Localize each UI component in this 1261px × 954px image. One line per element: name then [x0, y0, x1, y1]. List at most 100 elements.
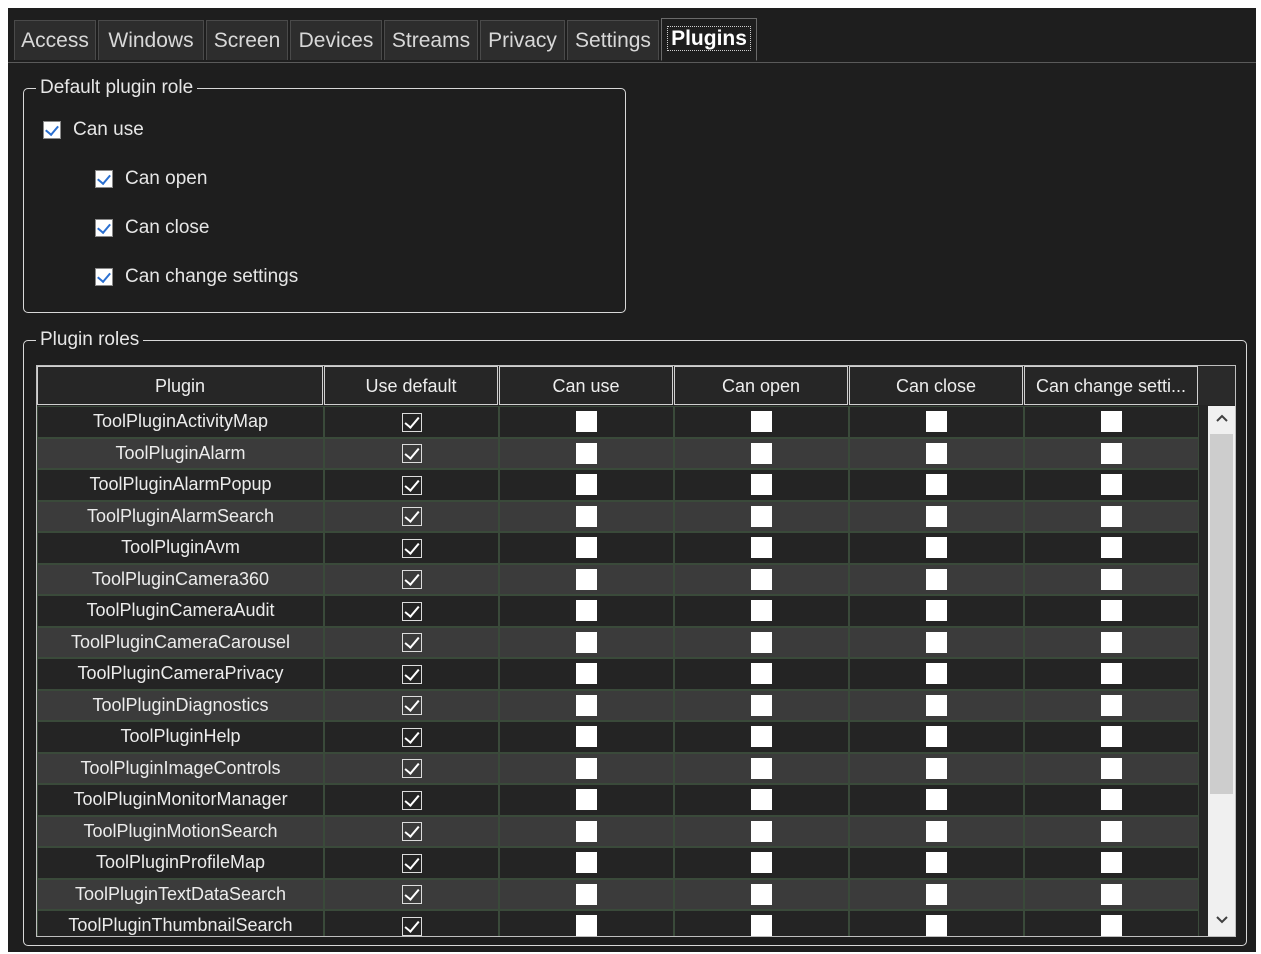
use-default-checkbox[interactable]: [401, 601, 422, 621]
can-open-checkbox[interactable]: [751, 789, 772, 811]
can-change-settings-checkbox[interactable]: [95, 268, 113, 286]
can-close-checkbox[interactable]: [926, 852, 947, 874]
can-open-checkbox[interactable]: [751, 474, 772, 496]
use-default-checkbox[interactable]: [401, 570, 422, 590]
can-use-checkbox[interactable]: [576, 820, 597, 842]
use-default-checkbox[interactable]: [401, 444, 422, 464]
can-close-checkbox[interactable]: [926, 726, 947, 748]
can-change-settings-checkbox[interactable]: [1101, 505, 1122, 527]
can-use-checkbox[interactable]: [576, 726, 597, 748]
tab-access[interactable]: Access: [14, 20, 96, 60]
can-use-checkbox[interactable]: [576, 411, 597, 433]
can-open-checkbox[interactable]: [751, 883, 772, 905]
can-close-checkbox[interactable]: [926, 694, 947, 716]
can-change-settings-checkbox[interactable]: [1101, 663, 1122, 685]
can-open-checkbox[interactable]: [751, 915, 772, 936]
can-change-settings-checkbox-row[interactable]: Can change settings: [95, 266, 298, 288]
can-change-settings-checkbox[interactable]: [1101, 537, 1122, 559]
can-open-checkbox[interactable]: [751, 631, 772, 653]
can-change-settings-checkbox[interactable]: [1101, 852, 1122, 874]
can-change-settings-checkbox[interactable]: [1101, 568, 1122, 590]
can-close-checkbox[interactable]: [926, 663, 947, 685]
can-open-checkbox[interactable]: [751, 505, 772, 527]
can-change-settings-checkbox[interactable]: [1101, 726, 1122, 748]
can-use-checkbox[interactable]: [576, 505, 597, 527]
can-open-checkbox[interactable]: [751, 757, 772, 779]
can-use-checkbox[interactable]: [576, 568, 597, 590]
use-default-checkbox[interactable]: [401, 727, 422, 747]
can-change-settings-checkbox[interactable]: [1101, 474, 1122, 496]
can-close-checkbox[interactable]: [926, 789, 947, 811]
can-change-settings-checkbox[interactable]: [1101, 631, 1122, 653]
can-change-settings-checkbox[interactable]: [1101, 600, 1122, 622]
use-default-checkbox[interactable]: [401, 885, 422, 905]
can-use-checkbox[interactable]: [576, 600, 597, 622]
can-use-checkbox[interactable]: [576, 631, 597, 653]
can-close-checkbox[interactable]: [926, 600, 947, 622]
can-close-checkbox-row[interactable]: Can close: [95, 217, 210, 239]
tab-streams[interactable]: Streams: [384, 20, 478, 60]
can-use-checkbox[interactable]: [576, 442, 597, 464]
can-close-checkbox[interactable]: [95, 219, 113, 237]
can-use-checkbox[interactable]: [576, 694, 597, 716]
can-change-settings-checkbox[interactable]: [1101, 442, 1122, 464]
tab-privacy[interactable]: Privacy: [480, 20, 565, 60]
tab-settings[interactable]: Settings: [567, 20, 659, 60]
can-change-settings-checkbox[interactable]: [1101, 757, 1122, 779]
can-use-checkbox[interactable]: [576, 915, 597, 936]
use-default-checkbox[interactable]: [401, 790, 422, 810]
can-open-checkbox-row[interactable]: Can open: [95, 168, 207, 190]
use-default-checkbox[interactable]: [401, 853, 422, 873]
can-close-checkbox[interactable]: [926, 474, 947, 496]
can-open-checkbox[interactable]: [751, 568, 772, 590]
can-use-checkbox[interactable]: [576, 663, 597, 685]
column-header-plugin[interactable]: Plugin: [37, 366, 323, 405]
can-open-checkbox[interactable]: [95, 170, 113, 188]
use-default-checkbox[interactable]: [401, 822, 422, 842]
can-close-checkbox[interactable]: [926, 757, 947, 779]
vertical-scrollbar[interactable]: [1208, 406, 1235, 936]
can-change-settings-checkbox[interactable]: [1101, 883, 1122, 905]
can-use-checkbox[interactable]: [576, 852, 597, 874]
can-use-checkbox[interactable]: [576, 789, 597, 811]
column-header-use-default[interactable]: Use default: [324, 366, 498, 405]
can-change-settings-checkbox[interactable]: [1101, 694, 1122, 716]
tab-devices[interactable]: Devices: [290, 20, 382, 60]
column-header-can-change-settings[interactable]: Can change setti...: [1024, 366, 1198, 405]
can-close-checkbox[interactable]: [926, 442, 947, 464]
tab-screen[interactable]: Screen: [206, 20, 288, 60]
can-change-settings-checkbox[interactable]: [1101, 820, 1122, 842]
tab-windows[interactable]: Windows: [98, 20, 204, 60]
can-use-checkbox[interactable]: [576, 883, 597, 905]
tab-plugins[interactable]: Plugins: [661, 18, 757, 61]
can-use-checkbox[interactable]: [576, 537, 597, 559]
can-close-checkbox[interactable]: [926, 505, 947, 527]
use-default-checkbox[interactable]: [401, 759, 422, 779]
can-use-checkbox-row[interactable]: Can use: [43, 119, 144, 141]
can-change-settings-checkbox[interactable]: [1101, 915, 1122, 936]
use-default-checkbox[interactable]: [401, 916, 422, 936]
can-open-checkbox[interactable]: [751, 442, 772, 464]
can-close-checkbox[interactable]: [926, 915, 947, 936]
use-default-checkbox[interactable]: [401, 412, 422, 432]
column-header-can-close[interactable]: Can close: [849, 366, 1023, 405]
can-open-checkbox[interactable]: [751, 411, 772, 433]
column-header-can-open[interactable]: Can open: [674, 366, 848, 405]
can-close-checkbox[interactable]: [926, 411, 947, 433]
can-use-checkbox[interactable]: [576, 757, 597, 779]
use-default-checkbox[interactable]: [401, 633, 422, 653]
can-open-checkbox[interactable]: [751, 852, 772, 874]
use-default-checkbox[interactable]: [401, 507, 422, 527]
can-open-checkbox[interactable]: [751, 663, 772, 685]
can-use-checkbox[interactable]: [576, 474, 597, 496]
can-open-checkbox[interactable]: [751, 726, 772, 748]
column-header-can-use[interactable]: Can use: [499, 366, 673, 405]
use-default-checkbox[interactable]: [401, 696, 422, 716]
can-open-checkbox[interactable]: [751, 694, 772, 716]
use-default-checkbox[interactable]: [401, 538, 422, 558]
scrollbar-thumb[interactable]: [1210, 434, 1233, 794]
can-close-checkbox[interactable]: [926, 537, 947, 559]
can-close-checkbox[interactable]: [926, 820, 947, 842]
can-close-checkbox[interactable]: [926, 883, 947, 905]
chevron-down-icon[interactable]: [1208, 908, 1235, 934]
